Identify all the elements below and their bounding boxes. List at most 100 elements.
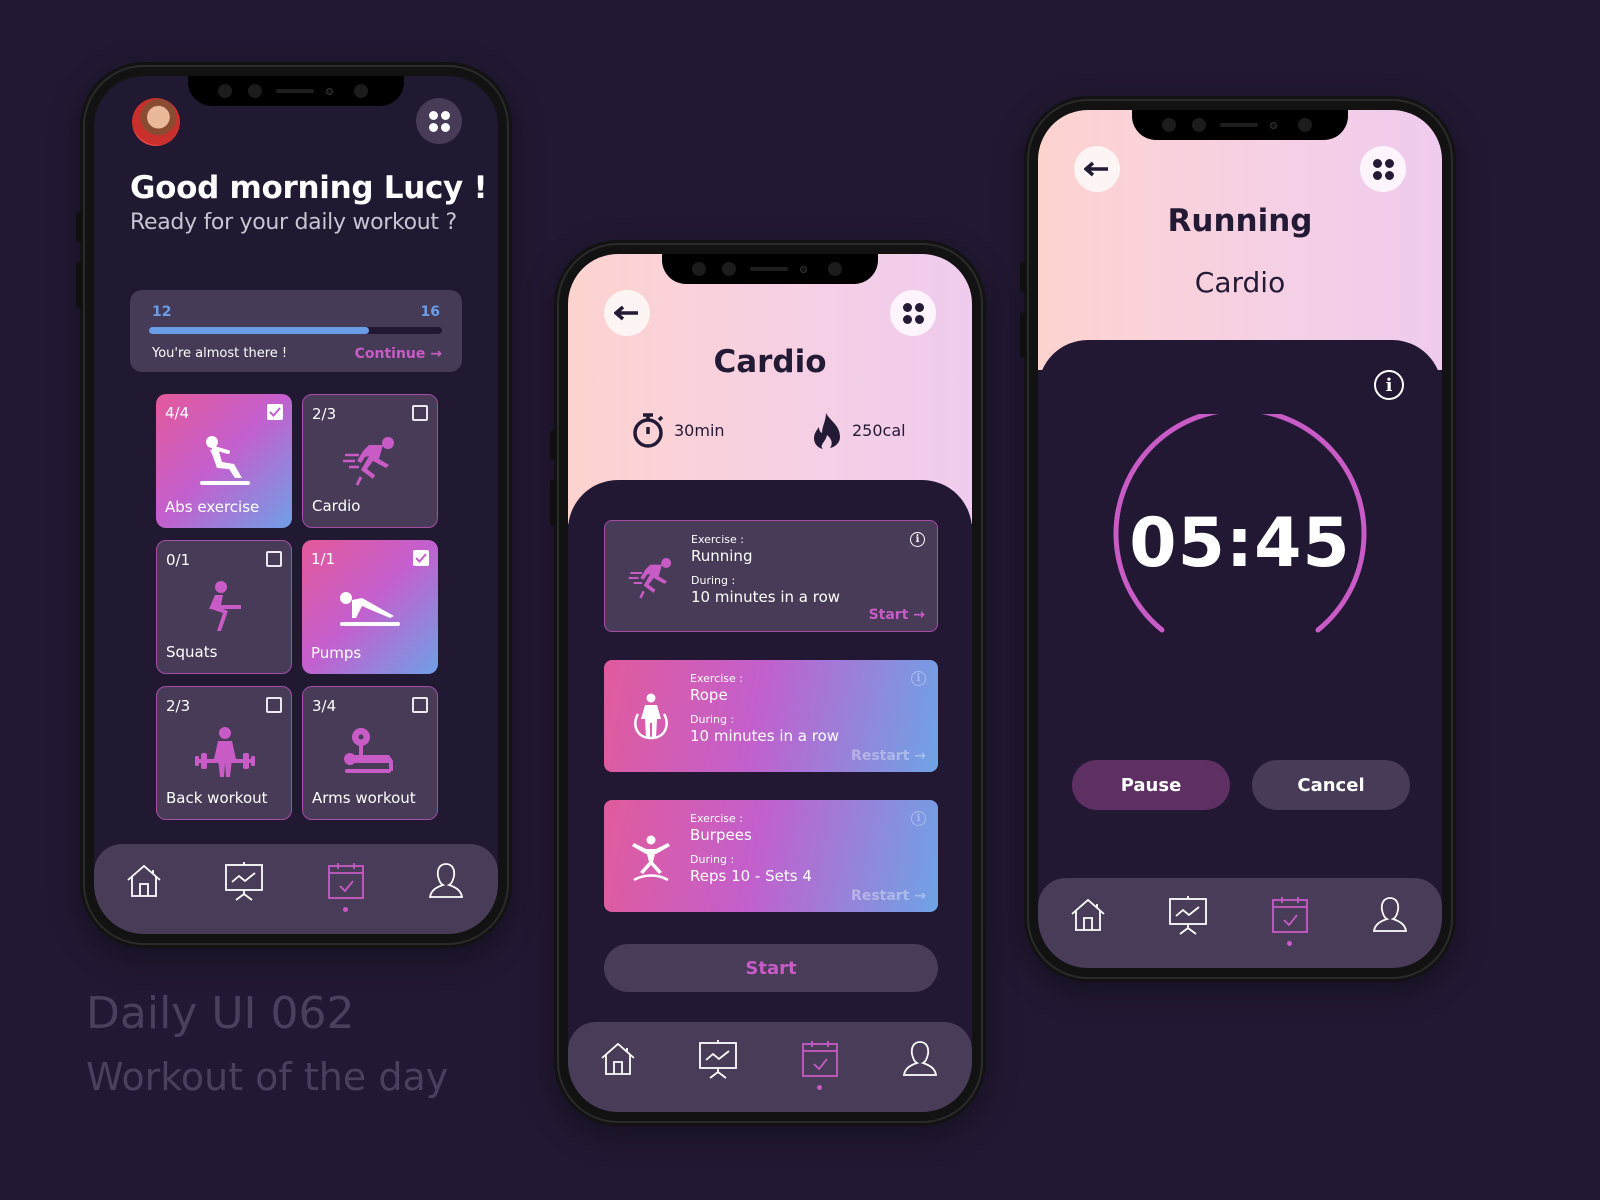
pushup-icon — [340, 592, 400, 626]
menu-button[interactable] — [416, 98, 462, 144]
nav-calendar[interactable] — [1270, 894, 1310, 946]
calendar-check-icon — [328, 863, 364, 899]
nav-home[interactable] — [124, 860, 164, 904]
pause-button[interactable]: Pause — [1072, 760, 1230, 810]
cancel-button[interactable]: Cancel — [1252, 760, 1410, 810]
start-exercise-link[interactable]: Start → — [869, 607, 925, 623]
workout-tile-arms[interactable]: 3/4 Arms workout — [302, 686, 438, 820]
grid-icon — [428, 110, 450, 132]
tile-checkbox[interactable] — [266, 551, 282, 567]
page-title: Running — [1167, 203, 1313, 239]
nav-statistics[interactable] — [698, 1038, 738, 1082]
home-icon — [127, 864, 161, 897]
tile-checkbox[interactable] — [266, 697, 282, 713]
start-button[interactable]: Start — [604, 944, 938, 992]
chart-presentation-icon — [699, 1040, 737, 1079]
during-key: During : — [690, 713, 735, 726]
bench-press-icon — [344, 728, 393, 773]
nav-profile[interactable] — [1370, 894, 1410, 938]
running-icon — [343, 437, 394, 486]
tile-label: Cardio — [312, 497, 361, 515]
tile-checkbox[interactable] — [413, 550, 429, 566]
tile-count: 4/4 — [165, 404, 190, 422]
tile-label: Pumps — [311, 644, 362, 662]
exercise-name: Rope — [690, 686, 728, 704]
calories-value: 250cal — [852, 420, 906, 440]
arrow-left-icon — [614, 305, 638, 321]
tile-checkbox[interactable] — [412, 405, 428, 421]
progress-total: 16 — [420, 304, 440, 320]
avatar[interactable] — [132, 98, 180, 146]
info-icon[interactable]: i — [1374, 370, 1404, 400]
cardio-screen: Cardio 30min 250cal Exercise : Running D… — [568, 254, 972, 1112]
menu-button[interactable] — [1360, 146, 1406, 192]
workout-tile-squats[interactable]: 0/1 Squats — [156, 540, 292, 674]
menu-button[interactable] — [890, 290, 936, 336]
during-key: During : — [690, 853, 735, 866]
situp-icon — [200, 436, 250, 485]
deadlift-icon — [195, 727, 255, 777]
workout-tile-pumps[interactable]: 1/1 Pumps — [302, 540, 438, 674]
exercise-name: Running — [691, 547, 753, 565]
home-screen: Good morning Lucy ! Ready for your daily… — [94, 76, 498, 934]
info-icon[interactable]: i — [911, 811, 926, 826]
tile-label: Arms workout — [312, 789, 416, 807]
greeting-subtitle: Ready for your daily workout ? — [130, 210, 457, 235]
page-title: Cardio — [713, 344, 827, 380]
exercise-key: Exercise : — [690, 812, 743, 825]
exercise-key: Exercise : — [691, 533, 744, 546]
nav-home[interactable] — [1068, 894, 1108, 938]
back-button[interactable] — [1074, 146, 1120, 192]
restart-exercise-link[interactable]: Restart → — [851, 748, 926, 764]
tile-label: Abs exercise — [165, 498, 260, 516]
calories-stat: 250cal — [810, 411, 906, 449]
active-indicator — [343, 907, 348, 912]
active-indicator — [1287, 941, 1292, 946]
nav-profile[interactable] — [900, 1038, 940, 1082]
tile-count: 2/3 — [166, 697, 191, 715]
phone-home: Good morning Lucy ! Ready for your daily… — [76, 62, 512, 948]
notch — [188, 76, 404, 106]
nav-statistics[interactable] — [1168, 894, 1208, 938]
arrow-left-icon — [1084, 161, 1108, 177]
calendar-check-icon — [802, 1041, 838, 1077]
home-icon — [1071, 898, 1105, 931]
timer-screen: Running Cardio i 05:45 Pause Cancel — [1038, 110, 1442, 968]
side-button — [76, 212, 82, 242]
continue-link[interactable]: Continue → — [355, 346, 442, 362]
back-button[interactable] — [604, 290, 650, 336]
tile-count: 0/1 — [166, 551, 191, 569]
progress-current: 12 — [152, 304, 172, 320]
exercise-card-running[interactable]: Exercise : Running During : 10 minutes i… — [604, 520, 938, 632]
restart-exercise-link[interactable]: Restart → — [851, 888, 926, 904]
nav-statistics[interactable] — [224, 860, 264, 904]
squat-icon — [209, 581, 241, 631]
nav-home[interactable] — [598, 1038, 638, 1082]
tile-label: Squats — [166, 643, 218, 661]
workout-tile-cardio[interactable]: 2/3 Cardio — [302, 394, 438, 528]
tile-checkbox[interactable] — [267, 404, 283, 420]
info-icon[interactable]: i — [910, 532, 925, 547]
exercise-during: 10 minutes in a row — [690, 727, 840, 745]
workout-tile-back[interactable]: 2/3 Back workout — [156, 686, 292, 820]
timer-value: 05:45 — [1129, 504, 1351, 583]
flame-icon — [814, 413, 840, 449]
nav-calendar[interactable] — [326, 860, 366, 912]
tile-checkbox[interactable] — [412, 697, 428, 713]
nav-profile[interactable] — [426, 860, 466, 904]
exercise-during: Reps 10 - Sets 4 — [690, 867, 812, 885]
notch — [662, 254, 878, 284]
caption-title: Daily UI 062 — [86, 988, 355, 1039]
greeting-title: Good morning Lucy ! — [130, 170, 488, 206]
info-icon[interactable]: i — [911, 671, 926, 686]
duration-value: 30min — [674, 420, 725, 440]
workout-tile-abs[interactable]: 4/4 Abs exercise — [156, 394, 292, 528]
user-icon — [902, 1041, 938, 1076]
exercise-card-burpees[interactable]: Exercise : Burpees During : Reps 10 - Se… — [604, 800, 938, 912]
progress-bar-fill — [149, 327, 369, 334]
exercise-card-rope[interactable]: Exercise : Rope During : 10 minutes in a… — [604, 660, 938, 772]
active-indicator — [817, 1085, 822, 1090]
nav-calendar[interactable] — [800, 1038, 840, 1090]
tile-label: Back workout — [166, 789, 268, 807]
user-icon — [1372, 897, 1408, 932]
